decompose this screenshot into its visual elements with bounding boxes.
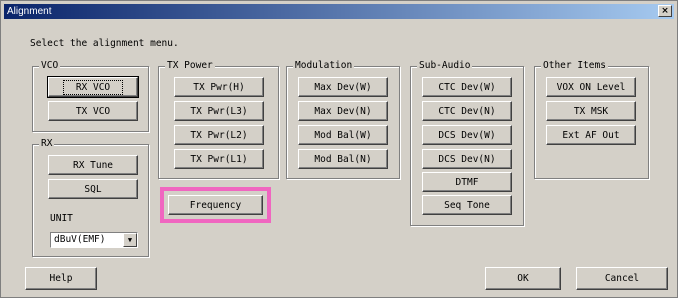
ok-button[interactable]: OK	[485, 267, 561, 290]
cancel-button[interactable]: Cancel	[576, 267, 668, 290]
tx-pwr-l2-button[interactable]: TX Pwr(L2)	[174, 125, 264, 145]
ctc-dev-n-button[interactable]: CTC Dev(N)	[422, 101, 512, 121]
window-title: Alignment	[7, 6, 52, 17]
unit-select-value: dBuV(EMF)	[54, 234, 106, 245]
chevron-down-icon[interactable]: ▼	[123, 233, 137, 247]
tx-pwr-l3-button[interactable]: TX Pwr(L3)	[174, 101, 264, 121]
tx-vco-button[interactable]: TX VCO	[48, 101, 138, 121]
close-icon: ×	[661, 6, 669, 16]
vox-on-level-button[interactable]: VOX ON Level	[546, 77, 636, 97]
alignment-dialog: Alignment × Select the alignment menu. V…	[0, 0, 678, 298]
group-sub-audio-legend: Sub-Audio	[417, 60, 473, 72]
close-button[interactable]: ×	[658, 5, 672, 17]
mod-bal-w-button[interactable]: Mod Bal(W)	[298, 125, 388, 145]
tx-pwr-h-button[interactable]: TX Pwr(H)	[174, 77, 264, 97]
group-rx-legend: RX	[39, 138, 55, 150]
group-tx-power-legend: TX Power	[165, 60, 215, 72]
instruction-text: Select the alignment menu.	[30, 38, 179, 49]
max-dev-n-button[interactable]: Max Dev(N)	[298, 101, 388, 121]
frequency-button[interactable]: Frequency	[168, 195, 263, 215]
group-vco: VCO	[32, 60, 149, 132]
group-vco-legend: VCO	[39, 60, 61, 72]
tx-msk-button[interactable]: TX MSK	[546, 101, 636, 121]
group-other-items-legend: Other Items	[541, 60, 608, 72]
max-dev-w-button[interactable]: Max Dev(W)	[298, 77, 388, 97]
title-bar: Alignment ×	[4, 4, 674, 19]
mod-bal-n-button[interactable]: Mod Bal(N)	[298, 149, 388, 169]
unit-label: UNIT	[50, 213, 73, 224]
tx-pwr-l1-button[interactable]: TX Pwr(L1)	[174, 149, 264, 169]
rx-tune-button[interactable]: RX Tune	[48, 155, 138, 175]
unit-select[interactable]: dBuV(EMF) ▼	[50, 232, 138, 248]
sql-button[interactable]: SQL	[48, 179, 138, 199]
help-button[interactable]: Help	[25, 267, 97, 290]
rx-vco-button[interactable]: RX VCO	[47, 76, 139, 98]
group-modulation-legend: Modulation	[293, 60, 355, 72]
seq-tone-button[interactable]: Seq Tone	[422, 195, 512, 215]
dcs-dev-n-button[interactable]: DCS Dev(N)	[422, 149, 512, 169]
dcs-dev-w-button[interactable]: DCS Dev(W)	[422, 125, 512, 145]
dtmf-button[interactable]: DTMF	[422, 172, 512, 192]
ctc-dev-w-button[interactable]: CTC Dev(W)	[422, 77, 512, 97]
ext-af-out-button[interactable]: Ext AF Out	[546, 125, 636, 145]
